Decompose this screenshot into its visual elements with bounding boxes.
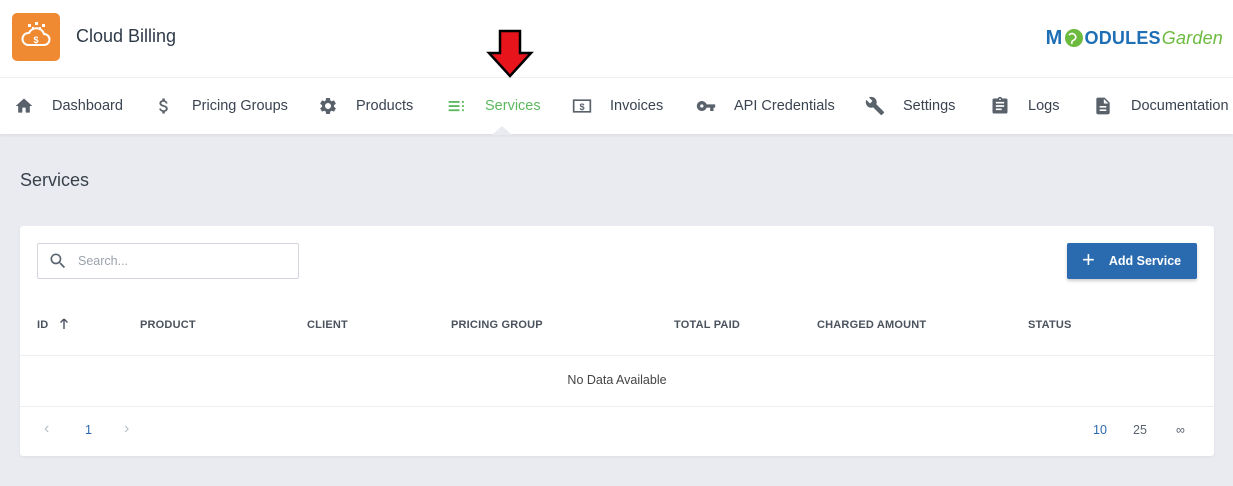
table-divider [20, 406, 1214, 407]
main-navigation: Dashboard Pricing Groups Products Servic… [0, 78, 1233, 134]
nav-item-settings[interactable]: Settings [865, 78, 955, 134]
clipboard-icon [992, 96, 1008, 114]
column-header-product[interactable]: PRODUCT [140, 319, 196, 331]
brand-letter-m: M [1045, 26, 1063, 49]
nav-item-documentation[interactable]: Documentation [1093, 78, 1229, 134]
search-icon [50, 253, 66, 269]
add-service-button[interactable]: + Add Service [1067, 243, 1197, 279]
nav-item-label: Settings [903, 98, 956, 114]
document-icon [1096, 97, 1110, 115]
chevron-right-icon[interactable]: › [124, 420, 129, 438]
active-tab-caret [492, 126, 512, 135]
nav-item-api-credentials[interactable]: API Credentials [696, 78, 835, 134]
page-title: Services [20, 170, 90, 190]
invoice-icon: $ [572, 99, 592, 113]
wrench-icon [865, 96, 885, 116]
modulesgarden-logo[interactable]: M ODULES Garden [1046, 25, 1223, 51]
nav-item-invoices[interactable]: $ Invoices [572, 78, 663, 134]
svg-text:$: $ [33, 35, 38, 45]
nav-item-logs[interactable]: Logs [990, 78, 1059, 134]
column-header-charged-amount[interactable]: CHARGED AMOUNT [817, 319, 926, 331]
empty-table-message: No Data Available [567, 373, 667, 387]
dollar-icon [159, 98, 168, 114]
nav-item-label: Logs [1028, 98, 1060, 114]
page-size-10[interactable]: 10 [1093, 423, 1107, 437]
nav-item-products[interactable]: Products [318, 78, 413, 134]
column-header-id[interactable]: ID [37, 319, 48, 331]
add-service-label: Add Service [1108, 254, 1182, 268]
column-header-client[interactable]: CLIENT [307, 319, 348, 331]
column-header-status[interactable]: STATUS [1028, 319, 1072, 331]
home-icon [15, 98, 33, 113]
services-table-card: + Add Service ID PRODUCT CLIENT PRICING … [20, 226, 1214, 456]
brand-modules: ODULES [1084, 27, 1161, 48]
column-header-pricing-group[interactable]: PRICING GROUP [451, 319, 543, 331]
column-header-total-paid[interactable]: TOTAL PAID [674, 319, 740, 331]
nav-item-label: Documentation [1131, 98, 1229, 114]
top-bar: $ Cloud Billing M ODULES Garden [0, 0, 1233, 78]
table-divider [20, 355, 1214, 356]
app-title: Cloud Billing [76, 26, 177, 46]
nav-item-label: Pricing Groups [192, 98, 288, 114]
nav-item-label: Dashboard [52, 98, 123, 114]
globe-icon [1064, 28, 1084, 48]
nav-item-label: Products [356, 98, 414, 114]
page-number-1[interactable]: 1 [85, 423, 92, 437]
nav-item-dashboard[interactable]: Dashboard [14, 78, 123, 134]
nav-item-label: API Credentials [734, 98, 835, 114]
annotation-arrow-down-icon [486, 29, 534, 78]
plus-icon: + [1082, 247, 1095, 272]
gear-icon [320, 97, 336, 114]
page-size-all[interactable]: ∞ [1176, 423, 1185, 437]
nav-item-label: Invoices [610, 98, 664, 114]
svg-text:$: $ [579, 102, 584, 112]
brand-garden: Garden [1161, 27, 1223, 48]
page-size-25[interactable]: 25 [1133, 423, 1147, 437]
cloud-billing-logo-icon: $ [12, 13, 60, 61]
list-icon [448, 101, 464, 112]
chevron-left-icon[interactable]: ‹ [44, 420, 49, 438]
nav-item-pricing-groups[interactable]: Pricing Groups [154, 78, 288, 134]
sort-ascending-icon[interactable] [59, 318, 69, 330]
search-input[interactable] [78, 254, 278, 268]
search-box[interactable] [37, 243, 299, 279]
key-icon [696, 101, 716, 111]
nav-item-label: Services [485, 98, 541, 114]
